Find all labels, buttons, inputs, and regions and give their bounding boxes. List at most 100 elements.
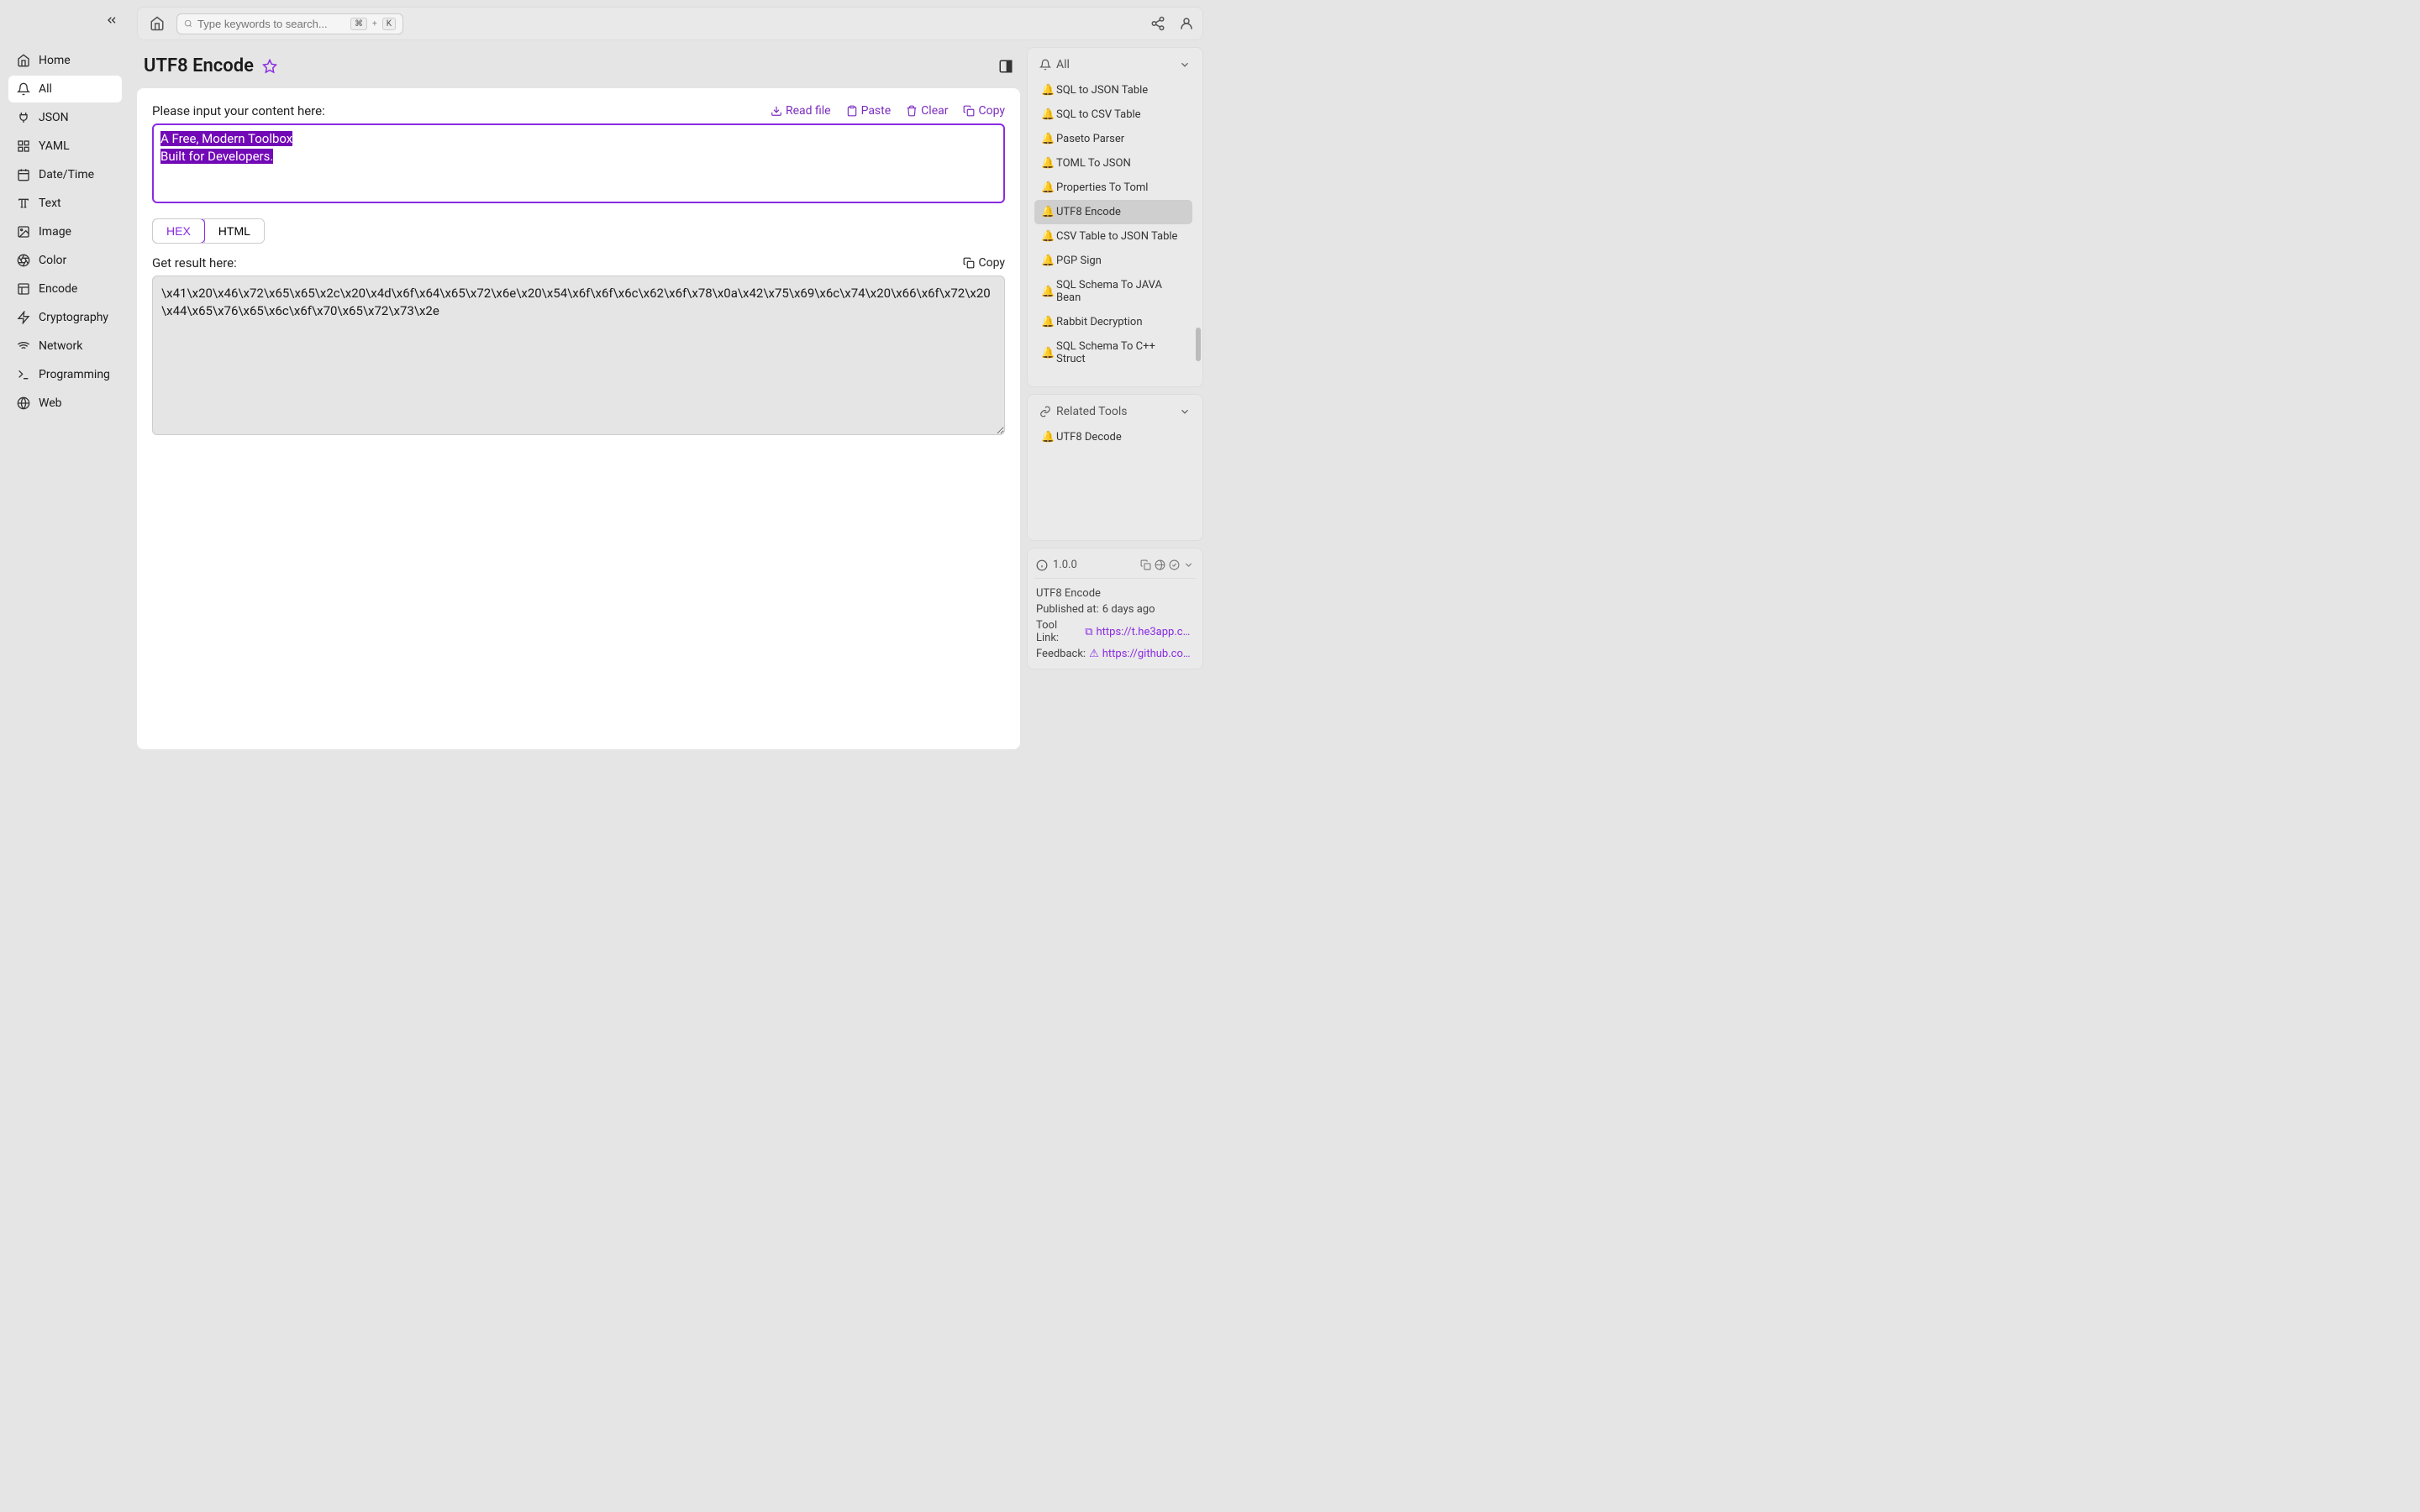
home-button[interactable] <box>146 13 168 34</box>
collapse-sidebar-button[interactable] <box>105 13 118 27</box>
rail-item[interactable]: 🔔SQL Schema To JAVA Bean <box>1034 273 1192 310</box>
tool-card: Please input your content here: Read fil… <box>137 88 1020 749</box>
bell-icon <box>17 82 30 96</box>
sidebar-item-image[interactable]: Image <box>8 218 122 245</box>
bell-icon: 🔔 <box>1041 286 1051 298</box>
rail-item-active[interactable]: 🔔UTF8 Encode <box>1034 200 1192 224</box>
scrollbar[interactable] <box>1196 55 1201 380</box>
sidebar-item-web[interactable]: Web <box>8 390 122 417</box>
page-header: UTF8 Encode <box>137 47 1020 88</box>
sidebar-item-all[interactable]: All <box>8 76 122 102</box>
text-icon <box>17 197 30 210</box>
sidebar-item-label: Web <box>39 396 62 410</box>
topbar: ⌘ + K <box>137 7 1203 40</box>
sidebar-item-label: Network <box>39 339 82 353</box>
rail-item[interactable]: 🔔Properties To Toml <box>1034 176 1192 200</box>
sidebar-item-label: Date/Time <box>39 168 94 181</box>
output-label: Get result here: <box>152 255 237 270</box>
version-label: 1.0.0 <box>1053 559 1077 571</box>
rail-item[interactable]: 🔔CSV Table to JSON Table <box>1034 224 1192 249</box>
favorite-button[interactable] <box>262 59 277 74</box>
copy-output-button[interactable]: Copy <box>963 256 1005 270</box>
info-panel: 1.0.0 UTF8 Encode Published at: 6 days a… <box>1027 548 1203 669</box>
rail-item[interactable]: 🔔PGP Sign <box>1034 249 1192 273</box>
feedback-value[interactable]: https://github.com/… <box>1102 648 1194 660</box>
input-line-1: A Free, Modern Toolbox <box>160 131 292 146</box>
user-button[interactable] <box>1179 16 1194 31</box>
rail-item[interactable]: 🔔Paseto Parser <box>1034 127 1192 151</box>
right-rail: All 🔔SQL to JSON Table 🔔SQL to CSV Table… <box>1027 47 1203 749</box>
read-file-button[interactable]: Read file <box>771 104 831 118</box>
sidebar-item-label: Text <box>39 197 61 210</box>
input-label: Please input your content here: <box>152 103 325 118</box>
sidebar-item-datetime[interactable]: Date/Time <box>8 161 122 188</box>
sidebar-item-color[interactable]: Color <box>8 247 122 274</box>
output-textarea[interactable]: \x41\x20\x46\x72\x65\x65\x2c\x20\x4d\x6f… <box>152 276 1005 435</box>
sidebar-item-home[interactable]: Home <box>8 47 122 74</box>
search-input[interactable] <box>197 18 345 30</box>
input-line-2: Built for Developers. <box>160 149 273 164</box>
rail-item[interactable]: 🔔SQL Schema To C++ Struct <box>1034 334 1192 371</box>
sidebar-item-label: Color <box>39 254 66 267</box>
copy-icon[interactable]: ⧉ <box>1085 626 1092 638</box>
sidebar-item-text[interactable]: Text <box>8 190 122 217</box>
panel-toggle-button[interactable] <box>998 59 1013 74</box>
page-title: UTF8 Encode <box>144 55 254 76</box>
clear-button[interactable]: Clear <box>906 104 948 118</box>
sidebar-item-yaml[interactable]: YAML <box>8 133 122 160</box>
related-panel: Related Tools 🔔UTF8 Decode <box>1027 394 1203 541</box>
image-icon <box>17 225 30 239</box>
main: ⌘ + K UTF8 Encode <box>130 0 1210 756</box>
published-label: Published at: <box>1036 603 1099 616</box>
copy-input-button[interactable]: Copy <box>963 104 1005 118</box>
sidebar-item-label: Encode <box>39 282 77 296</box>
rail-item[interactable]: 🔔TOML To JSON <box>1034 151 1192 176</box>
bell-icon: 🔔 <box>1041 206 1051 218</box>
bell-icon: 🔔 <box>1041 347 1051 360</box>
check-icon[interactable] <box>1169 559 1180 570</box>
share-button[interactable] <box>1150 16 1165 31</box>
info-name: UTF8 Encode <box>1036 587 1101 600</box>
grid-icon <box>17 139 30 153</box>
kbd-k: K <box>382 18 396 30</box>
rail-item[interactable]: 🔔Rabbit Decryption <box>1034 310 1192 334</box>
terminal-icon <box>17 368 30 381</box>
kbd-plus: + <box>372 19 377 29</box>
box-icon <box>17 282 30 296</box>
sidebar-item-cryptography[interactable]: Cryptography <box>8 304 122 331</box>
input-textarea[interactable]: A Free, Modern Toolbox Built for Develop… <box>152 123 1005 203</box>
copy-icon[interactable] <box>1140 559 1151 570</box>
toggle-hex[interactable]: HEX <box>152 218 205 244</box>
sidebar-item-json[interactable]: JSON <box>8 104 122 131</box>
published-value: 6 days ago <box>1102 603 1155 616</box>
zap-icon <box>17 311 30 324</box>
related-item[interactable]: 🔔UTF8 Decode <box>1034 425 1192 449</box>
paste-button[interactable]: Paste <box>846 104 892 118</box>
rail-item[interactable]: 🔔SQL to JSON Table <box>1034 78 1192 102</box>
rail-item[interactable]: 🔔SQL to CSV Table <box>1034 102 1192 127</box>
toollink-value[interactable]: https://t.he3app.co… <box>1096 626 1194 638</box>
chevron-down-icon[interactable] <box>1183 559 1194 570</box>
calendar-icon <box>17 168 30 181</box>
toggle-html[interactable]: HTML <box>204 219 264 243</box>
sidebar-nav: Home All JSON YAML Date/Time Text <box>8 47 122 417</box>
sidebar-item-programming[interactable]: Programming <box>8 361 122 388</box>
bell-icon: 🔔 <box>1041 157 1051 170</box>
search-box[interactable]: ⌘ + K <box>176 13 403 34</box>
tools-list: 🔔SQL to JSON Table 🔔SQL to CSV Table 🔔Pa… <box>1034 78 1196 371</box>
tools-panel-title: All <box>1056 58 1070 71</box>
wifi-icon <box>17 339 30 353</box>
bell-icon: 🔔 <box>1041 181 1051 194</box>
sidebar-item-encode[interactable]: Encode <box>8 276 122 302</box>
chevron-down-icon[interactable] <box>1179 406 1191 417</box>
sidebar-item-label: Image <box>39 225 71 239</box>
search-icon <box>184 18 192 29</box>
home-icon <box>17 54 30 67</box>
format-toggle: HEX HTML <box>152 218 265 244</box>
bell-icon: 🔔 <box>1041 133 1051 145</box>
alert-icon: ⚠ <box>1089 648 1099 660</box>
sidebar-item-network[interactable]: Network <box>8 333 122 360</box>
chevron-down-icon[interactable] <box>1179 59 1191 71</box>
globe-icon[interactable] <box>1155 559 1165 570</box>
bell-icon: 🔔 <box>1041 255 1051 267</box>
